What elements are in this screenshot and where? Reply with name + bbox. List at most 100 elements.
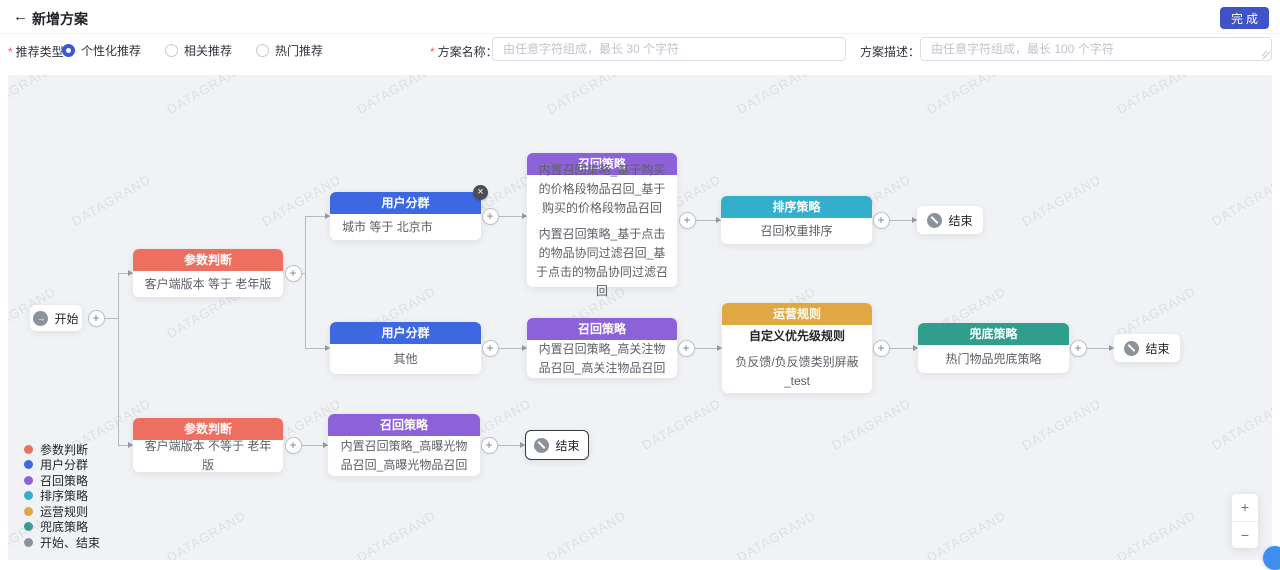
start-node[interactable]: →开始 [30, 305, 82, 331]
flow-node-ops[interactable]: 运营规则自定义优先级规则负反馈/负反馈类别屏蔽_test [722, 303, 872, 393]
legend-label: 兜底策略 [40, 518, 88, 535]
node-title: 召回策略 [527, 318, 677, 340]
radio-个性化推荐[interactable]: 个性化推荐 [62, 42, 141, 59]
radio-相关推荐[interactable]: 相关推荐 [165, 42, 232, 59]
legend-label: 排序策略 [40, 487, 88, 504]
end-node[interactable]: 结束 [525, 430, 589, 460]
zoom-out-button[interactable]: − [1232, 522, 1258, 549]
legend-label: 参数判断 [40, 441, 88, 458]
node-title: 参数判断 [133, 249, 283, 271]
end-icon [927, 213, 942, 228]
pill-label: 结束 [1145, 340, 1169, 357]
legend-dot-icon [24, 491, 33, 500]
legend-item-segment: 用户分群 [24, 459, 100, 471]
node-body: 其他 [330, 344, 481, 374]
node-body: 城市 等于 北京市 [330, 214, 481, 240]
add-node-button[interactable]: + [481, 437, 498, 454]
add-node-button[interactable]: + [873, 212, 890, 229]
add-node-button[interactable]: + [482, 340, 499, 357]
pill-label: 开始 [54, 310, 78, 327]
watermark: DATAGRAND [1019, 172, 1103, 229]
node-body: 客户端版本 不等于 老年版 [133, 440, 283, 472]
pill-label: 结束 [948, 212, 972, 229]
node-body-line: 召回权重排序 [760, 222, 832, 241]
add-node-button[interactable]: + [285, 437, 302, 454]
zoom-in-button[interactable]: + [1232, 494, 1258, 522]
node-body: 内置召回策略_高关注物品召回_高关注物品召回 [527, 340, 677, 378]
corner-floating-badge[interactable] [1263, 546, 1280, 570]
radio-label: 相关推荐 [184, 42, 232, 59]
legend-item-fallback: 兜底策略 [24, 521, 100, 533]
flow-node-segment[interactable]: 用户分群其他 [330, 322, 481, 374]
node-title: 用户分群 [330, 192, 481, 214]
legend-dot-icon [24, 445, 33, 454]
plan-desc-input[interactable] [920, 37, 1272, 61]
node-title: 排序策略 [721, 196, 872, 218]
node-body: 热门物品兜底策略 [918, 345, 1069, 373]
top-bar: ← 新增方案 完成 [0, 0, 1280, 34]
radio-热门推荐[interactable]: 热门推荐 [256, 42, 323, 59]
flow-node-fallback[interactable]: 兜底策略热门物品兜底策略 [918, 323, 1069, 373]
node-body: 召回权重排序 [721, 218, 872, 244]
legend-label: 运营规则 [40, 503, 88, 520]
legend-item-rank: 排序策略 [24, 490, 100, 502]
end-node[interactable]: 结束 [917, 206, 983, 234]
flow-node-param[interactable]: 参数判断客户端版本 等于 老年版 [133, 249, 283, 297]
radio-dot-icon[interactable] [62, 44, 75, 57]
page-title: 新增方案 [32, 9, 88, 29]
add-node-button[interactable]: + [679, 212, 696, 229]
flow-node-recall[interactable]: 召回策略内置召回策略_高关注物品召回_高关注物品召回 [527, 318, 677, 378]
flow-node-rank[interactable]: 排序策略召回权重排序 [721, 196, 872, 244]
watermark: DATAGRAND [164, 75, 248, 117]
node-body: 内置召回策略_基于购买的价格段物品召回_基于购买的价格段物品召回内置召回策略_基… [527, 175, 677, 287]
required-mark: * [430, 45, 435, 59]
connector-line [301, 273, 305, 274]
node-body-line: 内置召回策略_高关注物品召回_高关注物品召回 [534, 340, 670, 378]
flow-canvas[interactable]: 参数判断用户分群召回策略排序策略运营规则兜底策略开始、结束 + − DATAGR… [8, 75, 1272, 560]
node-title: 召回策略 [328, 414, 480, 436]
close-icon[interactable]: × [473, 185, 488, 200]
watermark: DATAGRAND [1114, 508, 1198, 560]
watermark: DATAGRAND [1114, 75, 1198, 117]
add-node-button[interactable]: + [678, 340, 695, 357]
end-icon [534, 438, 549, 453]
flow-node-recall[interactable]: 召回策略内置召回策略_高曝光物品召回_高曝光物品召回 [328, 414, 480, 476]
node-body: 客户端版本 等于 老年版 [133, 271, 283, 297]
watermark: DATAGRAND [924, 508, 1008, 560]
watermark: DATAGRAND [734, 508, 818, 560]
watermark: DATAGRAND [164, 508, 248, 560]
node-body: 自定义优先级规则负反馈/负反馈类别屏蔽_test [722, 325, 872, 393]
flow-node-param[interactable]: 参数判断客户端版本 不等于 老年版 [133, 418, 283, 472]
add-node-button[interactable]: + [285, 265, 302, 282]
watermark: DATAGRAND [354, 508, 438, 560]
connector-line [305, 216, 306, 348]
node-title: 用户分群 [330, 322, 481, 344]
legend-label: 用户分群 [40, 456, 88, 473]
add-node-button[interactable]: + [873, 340, 890, 357]
back-icon[interactable]: ← [13, 8, 28, 25]
radio-dot-icon[interactable] [165, 44, 178, 57]
watermark: DATAGRAND [544, 75, 628, 117]
finish-button[interactable]: 完成 [1220, 7, 1269, 29]
plan-name-label: *方案名称： [430, 43, 498, 60]
add-node-button[interactable]: + [1070, 340, 1087, 357]
radio-label: 个性化推荐 [81, 42, 141, 59]
flow-node-segment[interactable]: 用户分群城市 等于 北京市× [330, 192, 481, 240]
node-body-line: 内置召回策略_高曝光物品召回_高曝光物品召回 [335, 437, 473, 475]
node-body: 内置召回策略_高曝光物品召回_高曝光物品召回 [328, 436, 480, 476]
node-title: 兜底策略 [918, 323, 1069, 345]
node-body-line: 客户端版本 不等于 老年版 [140, 437, 276, 475]
finish-button-label: 完成 [1228, 10, 1261, 27]
end-node[interactable]: 结束 [1114, 334, 1180, 362]
add-node-button[interactable]: + [88, 310, 105, 327]
legend-item-param: 参数判断 [24, 443, 100, 455]
watermark: DATAGRAND [1019, 396, 1103, 453]
add-node-button[interactable]: + [482, 208, 499, 225]
radio-dot-icon[interactable] [256, 44, 269, 57]
legend-item-terminal: 开始、结束 [24, 536, 100, 548]
node-body-line: 其他 [393, 350, 417, 369]
watermark: DATAGRAND [829, 396, 913, 453]
flow-node-recall[interactable]: 召回策略内置召回策略_基于购买的价格段物品召回_基于购买的价格段物品召回内置召回… [527, 153, 677, 287]
end-icon [1124, 341, 1139, 356]
plan-name-input[interactable] [492, 37, 846, 61]
